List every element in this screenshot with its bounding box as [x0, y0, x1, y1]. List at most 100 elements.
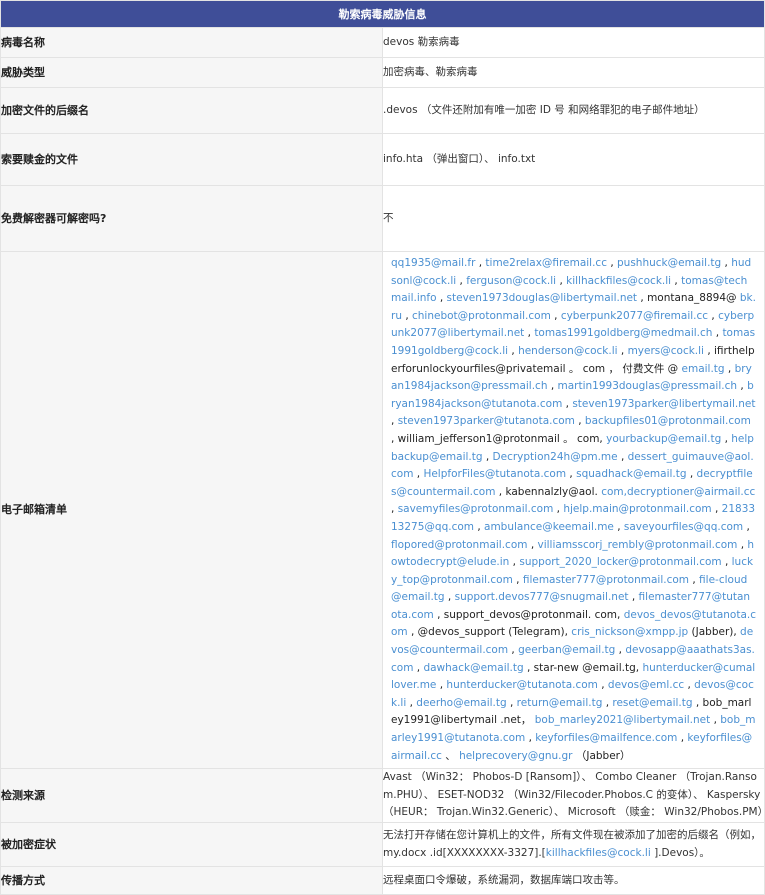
- row-threat-type: 威胁类型 加密病毒、勒索病毒: [0, 57, 765, 88]
- email-link[interactable]: steven1973parker@tutanota.com: [398, 415, 575, 427]
- email-separator-text: , montana_8894@: [637, 292, 740, 305]
- email-separator-text: ,: [509, 556, 520, 569]
- email-separator-text: ,: [401, 309, 412, 322]
- email-list: qq1935@mail.fr , time2relax@firemail.cc …: [391, 257, 756, 762]
- email-separator-text: ,: [482, 450, 493, 463]
- email-separator-text: ,: [444, 591, 455, 604]
- email-separator-text: ,: [613, 520, 624, 533]
- label-ransom-note: 索要赎金的文件: [0, 133, 383, 186]
- row-distribution: 传播方式 远程桌面口令爆破，系统漏洞，数据库端口攻击等。: [0, 866, 765, 895]
- email-link[interactable]: filemaster777@protonmail.com: [523, 574, 689, 586]
- ransomware-info-table: 勒索病毒威胁信息 病毒名称 devos 勒索病毒 威胁类型 加密病毒、勒索病毒 …: [0, 0, 765, 895]
- email-separator-text: ,: [711, 503, 722, 516]
- symptoms-email-link[interactable]: killhackfiles@cock.li: [546, 847, 651, 859]
- email-link[interactable]: email.tg: [682, 363, 725, 375]
- email-link[interactable]: devos@eml.cc: [608, 679, 684, 691]
- email-separator-text: ,: [671, 274, 682, 287]
- email-separator-text: ,: [606, 257, 617, 269]
- email-separator-text: ,: [737, 380, 748, 393]
- email-link[interactable]: cyberpunk2077@firemail.cc: [561, 310, 708, 322]
- email-link[interactable]: time2relax@firemail.cc: [485, 257, 607, 269]
- email-link[interactable]: cris_nickson@xmpp.jp: [571, 626, 688, 638]
- email-link[interactable]: ferguson@cock.li: [466, 275, 556, 287]
- value-distribution: 远程桌面口令爆破，系统漏洞，数据库端口攻击等。: [382, 866, 765, 895]
- email-separator-text: ,: [708, 309, 719, 322]
- email-link[interactable]: keyforfiles@mailfence.com: [535, 732, 677, 744]
- email-link[interactable]: helprecovery@gnu.gr: [459, 750, 572, 762]
- email-link[interactable]: flopored@protonmail.com: [391, 539, 527, 551]
- label-symptoms: 被加密症状: [0, 822, 383, 867]
- email-link[interactable]: killhackfiles@cock.li: [566, 275, 671, 287]
- email-link[interactable]: chinebot@protonmail.com: [412, 310, 551, 322]
- email-separator-text: , support_devos@protonmail. com,: [433, 608, 624, 621]
- symptoms-text-suffix: ].Devos）。: [650, 846, 710, 859]
- value-symptoms: 无法打开存储在您计算机上的文件，所有文件现在被添加了加密的后缀名（例如， my.…: [382, 822, 765, 867]
- value-threat-type: 加密病毒、勒索病毒: [382, 57, 765, 88]
- value-decryptor: 不: [382, 185, 765, 252]
- email-link[interactable]: HelpforFiles@tutanota.com: [423, 468, 566, 480]
- email-separator-text: ,: [553, 503, 564, 516]
- email-link[interactable]: support.devos777@snugmail.net: [455, 591, 629, 603]
- email-separator-text: ,: [524, 327, 535, 340]
- email-link[interactable]: steven1973douglas@libertymail.net: [447, 292, 638, 304]
- email-separator-text: ,: [684, 679, 695, 692]
- email-separator-text: 、: [441, 749, 460, 762]
- email-link[interactable]: savemyfiles@protonmail.com: [398, 503, 554, 515]
- email-link[interactable]: qq1935@mail.fr: [391, 257, 475, 269]
- email-link[interactable]: ambulance@keemail.me: [484, 521, 614, 533]
- email-separator-text: ,: [617, 344, 628, 357]
- row-email-list: 电子邮箱清单 qq1935@mail.fr , time2relax@firem…: [0, 250, 765, 770]
- row-virus-name: 病毒名称 devos 勒索病毒: [0, 27, 765, 58]
- email-separator-text: ,: [508, 644, 519, 657]
- email-link[interactable]: saveyourfiles@qq.com: [624, 521, 743, 533]
- email-link[interactable]: geerban@email.tg: [518, 644, 615, 656]
- value-ransom-note: info.hta （弹出窗口）、 info.txt: [382, 133, 765, 186]
- email-separator-text: ,: [721, 556, 732, 569]
- email-separator-text: ,: [474, 520, 485, 533]
- email-link[interactable]: backupfiles01@protonmail.com: [585, 415, 751, 427]
- email-separator-text: ,: [743, 520, 750, 533]
- email-link[interactable]: pushhuck@email.tg: [617, 257, 721, 269]
- email-link[interactable]: martin1993douglas@pressmail.ch: [558, 380, 738, 392]
- email-link[interactable]: Decryption24h@pm.me: [493, 451, 618, 463]
- email-separator-text: , @devos_support (Telegram),: [407, 626, 572, 639]
- email-link[interactable]: villiamsscorj_rembly@protonmail.com: [538, 539, 738, 551]
- email-separator-text: ,: [547, 380, 558, 393]
- email-separator-text: ,: [391, 415, 398, 428]
- email-link[interactable]: yourbackup@email.tg: [606, 433, 721, 445]
- email-separator-text: ,: [562, 397, 573, 410]
- email-separator-text: ,: [550, 309, 561, 322]
- email-link[interactable]: com,decryptioner@airmail.cc: [601, 486, 755, 498]
- email-separator-text: ,: [721, 432, 732, 445]
- email-separator-text: ,: [597, 679, 608, 692]
- email-link[interactable]: hunterducker@tutanota.com: [446, 679, 597, 691]
- email-separator-text: ,: [475, 257, 486, 269]
- email-separator-text: ,: [712, 327, 723, 340]
- email-separator-text: ,: [508, 344, 519, 357]
- email-link[interactable]: tomas1991goldberg@medmail.ch: [534, 327, 712, 339]
- email-link[interactable]: dawhack@email.tg: [423, 662, 523, 674]
- email-link[interactable]: steven1973parker@libertymail.net: [572, 398, 755, 410]
- email-separator-text: ,: [617, 450, 628, 463]
- email-separator-text: ,: [615, 644, 626, 657]
- row-detection: 检测来源 Avast （Win32： Phobos-D [Ransom]）、 C…: [0, 768, 765, 823]
- email-separator-text: ,: [710, 714, 721, 727]
- value-extension: .devos （文件还附加有唯一加密 ID 号 和网络罪犯的电子邮件地址）: [382, 87, 765, 134]
- email-separator-text: ,: [436, 679, 447, 692]
- email-separator-text: ,: [574, 415, 585, 428]
- email-link[interactable]: myers@cock.li: [628, 345, 704, 357]
- email-separator-text: ,: [512, 573, 523, 586]
- email-separator-text: ,: [456, 274, 467, 287]
- email-link[interactable]: support_2020_locker@protonmail.com: [519, 556, 721, 568]
- email-link[interactable]: henderson@cock.li: [518, 345, 617, 357]
- email-separator-text: ,: [724, 362, 735, 375]
- email-link[interactable]: squadhack@email.tg: [576, 468, 686, 480]
- email-link[interactable]: bob_marley2021@libertymail.net: [535, 714, 710, 726]
- row-extension: 加密文件的后缀名 .devos （文件还附加有唯一加密 ID 号 和网络罪犯的电…: [0, 87, 765, 134]
- email-separator-text: ,: [436, 292, 447, 305]
- email-separator-text: , kabennalzly@aol.: [495, 485, 602, 498]
- email-link[interactable]: hjelp.main@protonmail.com: [563, 503, 711, 515]
- label-distribution: 传播方式: [0, 866, 383, 895]
- email-separator-text: ,: [525, 732, 536, 745]
- email-separator-text: ,: [391, 503, 398, 516]
